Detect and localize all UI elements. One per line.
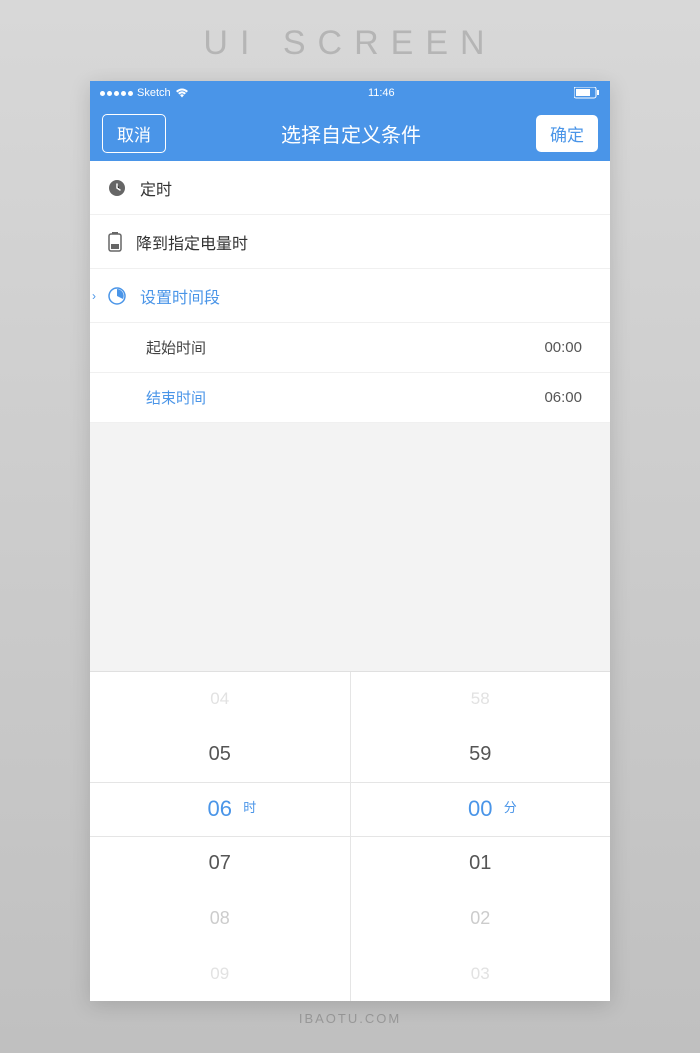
phone-frame: Sketch 11:46 取消 选择自定义条件 确定 定时 降到指定电量时 › … [90,81,610,1001]
start-time-label: 起始时间 [146,337,206,358]
options-list: 定时 降到指定电量时 › 设置时间段 起始时间 00:00 结束时间 06:00 [90,161,610,423]
chevron-right-icon: › [92,289,96,303]
carrier-label: Sketch [137,87,171,99]
picker-item[interactable]: 08 [90,891,350,946]
battery-level-icon [108,232,122,252]
picker-item-selected[interactable]: 06 时 [90,782,350,837]
option-label: 定时 [140,176,172,200]
time-picker[interactable]: 04 05 06 时 07 08 09 58 59 00 分 01 02 03 [90,671,610,1001]
wifi-icon [175,88,189,98]
time-period-icon [108,287,126,305]
picker-item[interactable]: 03 [351,946,611,1001]
end-time-row[interactable]: 结束时间 06:00 [90,373,610,423]
option-label: 降到指定电量时 [136,230,248,254]
hour-unit: 时 [243,797,256,816]
picker-item[interactable]: 04 [90,672,350,727]
picker-item[interactable]: 02 [351,891,611,946]
picker-item-selected[interactable]: 00 分 [351,782,611,837]
clock-icon [108,179,126,197]
picker-item[interactable]: 59 [351,727,611,782]
clock-label: 11:46 [368,87,395,99]
option-timer[interactable]: 定时 [90,161,610,215]
end-time-label: 结束时间 [146,387,206,408]
footer-label: IBAOTU.COM [299,1001,401,1026]
end-time-value: 06:00 [544,389,582,406]
content-spacer [90,423,610,671]
start-time-value: 00:00 [544,339,582,356]
minute-unit: 分 [504,797,517,816]
option-time-period[interactable]: › 设置时间段 [90,269,610,323]
nav-title: 选择自定义条件 [281,119,421,148]
status-bar: Sketch 11:46 [90,81,610,105]
start-time-row[interactable]: 起始时间 00:00 [90,323,610,373]
page-header: UI SCREEN [203,0,496,81]
confirm-button[interactable]: 确定 [536,115,598,152]
picker-item[interactable]: 05 [90,727,350,782]
nav-bar: 取消 选择自定义条件 确定 [90,105,610,161]
picker-item[interactable]: 01 [351,837,611,892]
cancel-button[interactable]: 取消 [102,114,166,153]
option-label: 设置时间段 [140,284,220,308]
picker-item[interactable]: 58 [351,672,611,727]
battery-icon [574,87,600,99]
hour-column[interactable]: 04 05 06 时 07 08 09 [90,672,350,1001]
picker-item[interactable]: 07 [90,837,350,892]
picker-item[interactable]: 09 [90,946,350,1001]
signal-dots-icon [100,91,133,96]
minute-column[interactable]: 58 59 00 分 01 02 03 [350,672,611,1001]
option-battery[interactable]: 降到指定电量时 [90,215,610,269]
